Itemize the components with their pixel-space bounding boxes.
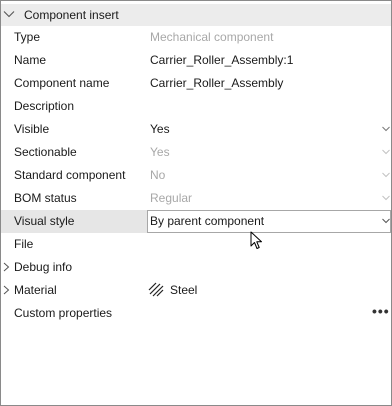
property-row-type: Type Mechanical component	[1, 26, 391, 49]
property-label: Component name	[14, 76, 110, 90]
property-label: Visual style	[14, 214, 75, 228]
chevron-down-icon[interactable]	[3, 8, 15, 20]
property-row-standard-component: Standard component No	[1, 164, 391, 187]
section-title: Component insert	[24, 8, 119, 22]
property-row-material[interactable]: Material Steel	[1, 279, 391, 302]
property-label: Standard component	[14, 168, 126, 182]
property-row-debug-info[interactable]: Debug info	[1, 256, 391, 279]
hatch-pattern-icon	[148, 282, 164, 297]
property-row-component-name[interactable]: Component name Carrier_Roller_Assembly	[1, 72, 391, 95]
property-row-visible[interactable]: Visible Yes	[1, 118, 391, 141]
chevron-down-icon	[382, 195, 390, 201]
section-header-component-insert[interactable]: Component insert	[1, 4, 391, 26]
chevron-right-icon[interactable]	[3, 285, 10, 295]
material-value[interactable]: Steel	[170, 283, 197, 297]
chevron-right-icon[interactable]	[3, 262, 10, 272]
property-row-description[interactable]: Description	[1, 95, 391, 118]
property-row-file[interactable]: File	[1, 233, 391, 256]
chevron-down-icon[interactable]	[382, 126, 390, 132]
property-row-visual-style[interactable]: Visual style By parent component	[1, 210, 391, 233]
name-field[interactable]: Carrier_Roller_Assembly:1	[150, 53, 293, 67]
more-options-icon[interactable]: •••	[372, 303, 390, 319]
chevron-down-icon	[382, 149, 390, 155]
property-label: File	[14, 237, 34, 251]
property-row-custom-properties[interactable]: Custom properties •••	[1, 302, 391, 325]
standard-component-select: No	[150, 168, 166, 182]
property-label: Custom properties	[14, 306, 113, 320]
property-value: Mechanical component	[150, 30, 274, 44]
component-name-field[interactable]: Carrier_Roller_Assembly	[150, 76, 283, 90]
property-label: Sectionable	[14, 145, 77, 159]
chevron-down-icon[interactable]	[382, 218, 390, 224]
bom-status-select: Regular	[150, 191, 193, 205]
chevron-down-icon	[382, 172, 390, 178]
mouse-pointer-icon	[250, 231, 262, 249]
property-row-name[interactable]: Name Carrier_Roller_Assembly:1	[1, 49, 391, 72]
property-label: Material	[14, 283, 57, 297]
visual-style-value[interactable]: By parent component	[150, 214, 264, 228]
visible-select[interactable]: Yes	[150, 122, 170, 136]
property-label: Debug info	[14, 260, 73, 274]
property-label: BOM status	[14, 191, 77, 205]
property-label: Type	[14, 30, 41, 44]
property-row-bom-status: BOM status Regular	[1, 187, 391, 210]
property-label: Description	[14, 99, 75, 113]
property-label: Visible	[14, 122, 50, 136]
property-row-sectionable: Sectionable Yes	[1, 141, 391, 164]
sectionable-select: Yes	[150, 145, 170, 159]
property-label: Name	[14, 53, 47, 67]
properties-panel: Component insert Type Mechanical compone…	[0, 0, 392, 406]
